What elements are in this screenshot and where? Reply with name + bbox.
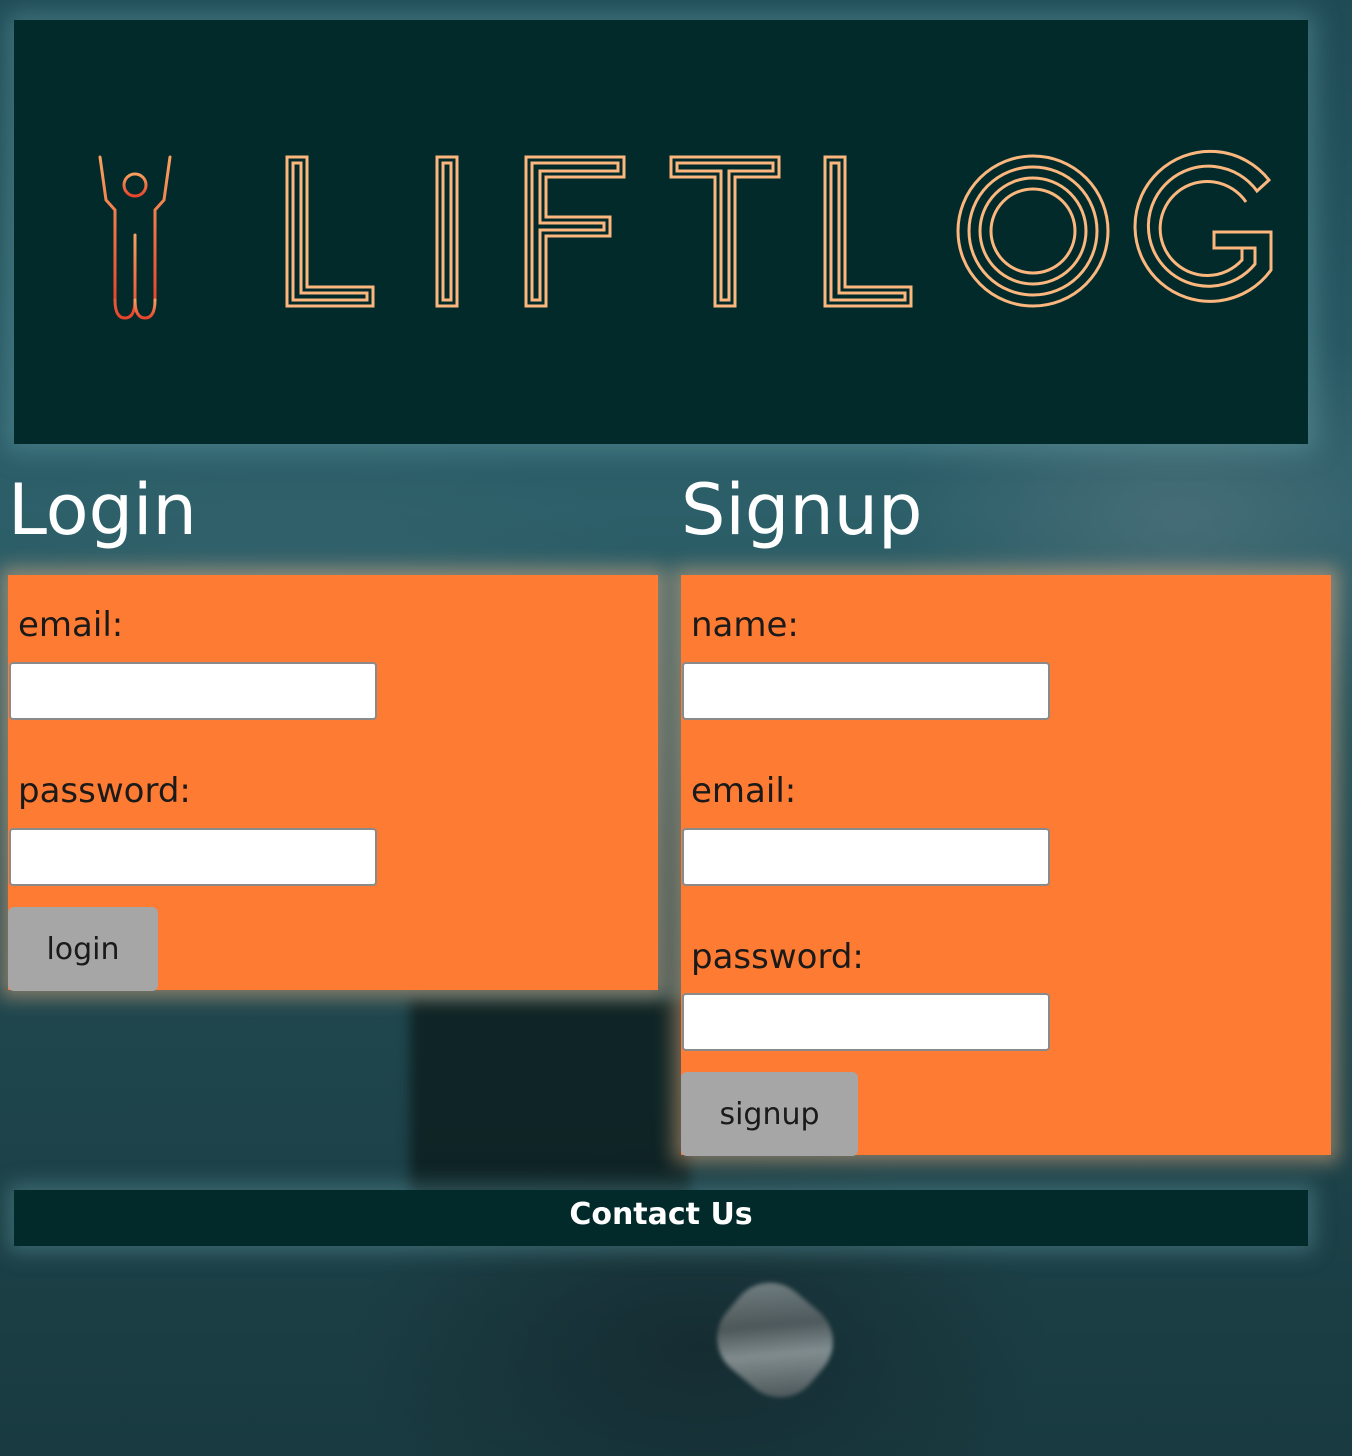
login-email-input[interactable] (9, 662, 377, 720)
background-dumbbell-image (700, 1266, 850, 1414)
login-password-label: password: (18, 771, 191, 811)
header-banner (14, 20, 1308, 444)
signup-form: name: email: password: signup (681, 575, 1331, 1156)
signup-title: Signup (681, 469, 923, 551)
signup-password-input[interactable] (682, 993, 1050, 1051)
signup-email-input[interactable] (682, 828, 1050, 886)
liftlog-logo (48, 145, 1273, 320)
signup-button[interactable]: signup (681, 1072, 858, 1156)
login-button[interactable]: login (8, 907, 158, 991)
signup-password-label: password: (691, 937, 864, 977)
footer-bar: Contact Us (14, 1190, 1308, 1246)
liftlog-wordmark (285, 149, 1273, 308)
signup-email-label: email: (691, 771, 797, 811)
signup-name-label: name: (691, 605, 799, 645)
login-email-label: email: (18, 605, 124, 645)
login-title: Login (8, 469, 197, 551)
login-password-input[interactable] (9, 828, 377, 886)
weightlifter-icon (48, 145, 224, 320)
login-form: email: password: login (8, 575, 658, 991)
contact-us-link[interactable]: Contact Us (569, 1195, 752, 1235)
signup-name-input[interactable] (682, 662, 1050, 720)
background-shadow (410, 1000, 690, 1200)
